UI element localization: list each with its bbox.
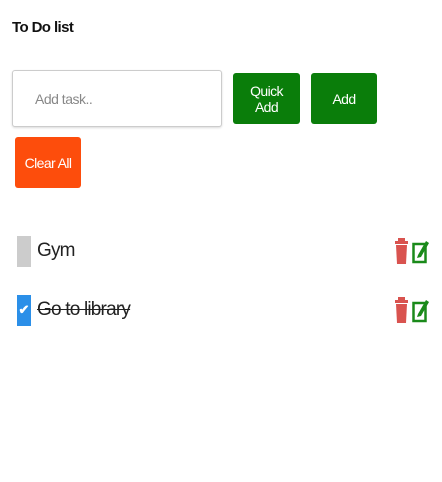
task-label: Go to library <box>37 299 131 320</box>
trash-icon[interactable] <box>395 238 408 264</box>
task-label: Gym <box>37 240 76 261</box>
task-checkbox-checked[interactable]: ✔ <box>17 294 31 326</box>
add-task-input[interactable] <box>12 70 222 127</box>
task-item: Gym <box>17 235 433 267</box>
page-title: To Do list <box>12 19 74 36</box>
quick-add-button[interactable]: Quick Add <box>233 73 300 124</box>
task-item: ✔ Go to library <box>17 294 433 326</box>
edit-icon[interactable] <box>412 297 429 323</box>
add-button[interactable]: Add <box>311 73 377 124</box>
trash-icon[interactable] <box>395 297 408 323</box>
clear-all-button[interactable]: Clear All <box>15 137 81 188</box>
task-checkbox[interactable] <box>17 235 31 267</box>
edit-icon[interactable] <box>412 238 429 264</box>
checkmark-icon: ✔ <box>18 302 30 317</box>
